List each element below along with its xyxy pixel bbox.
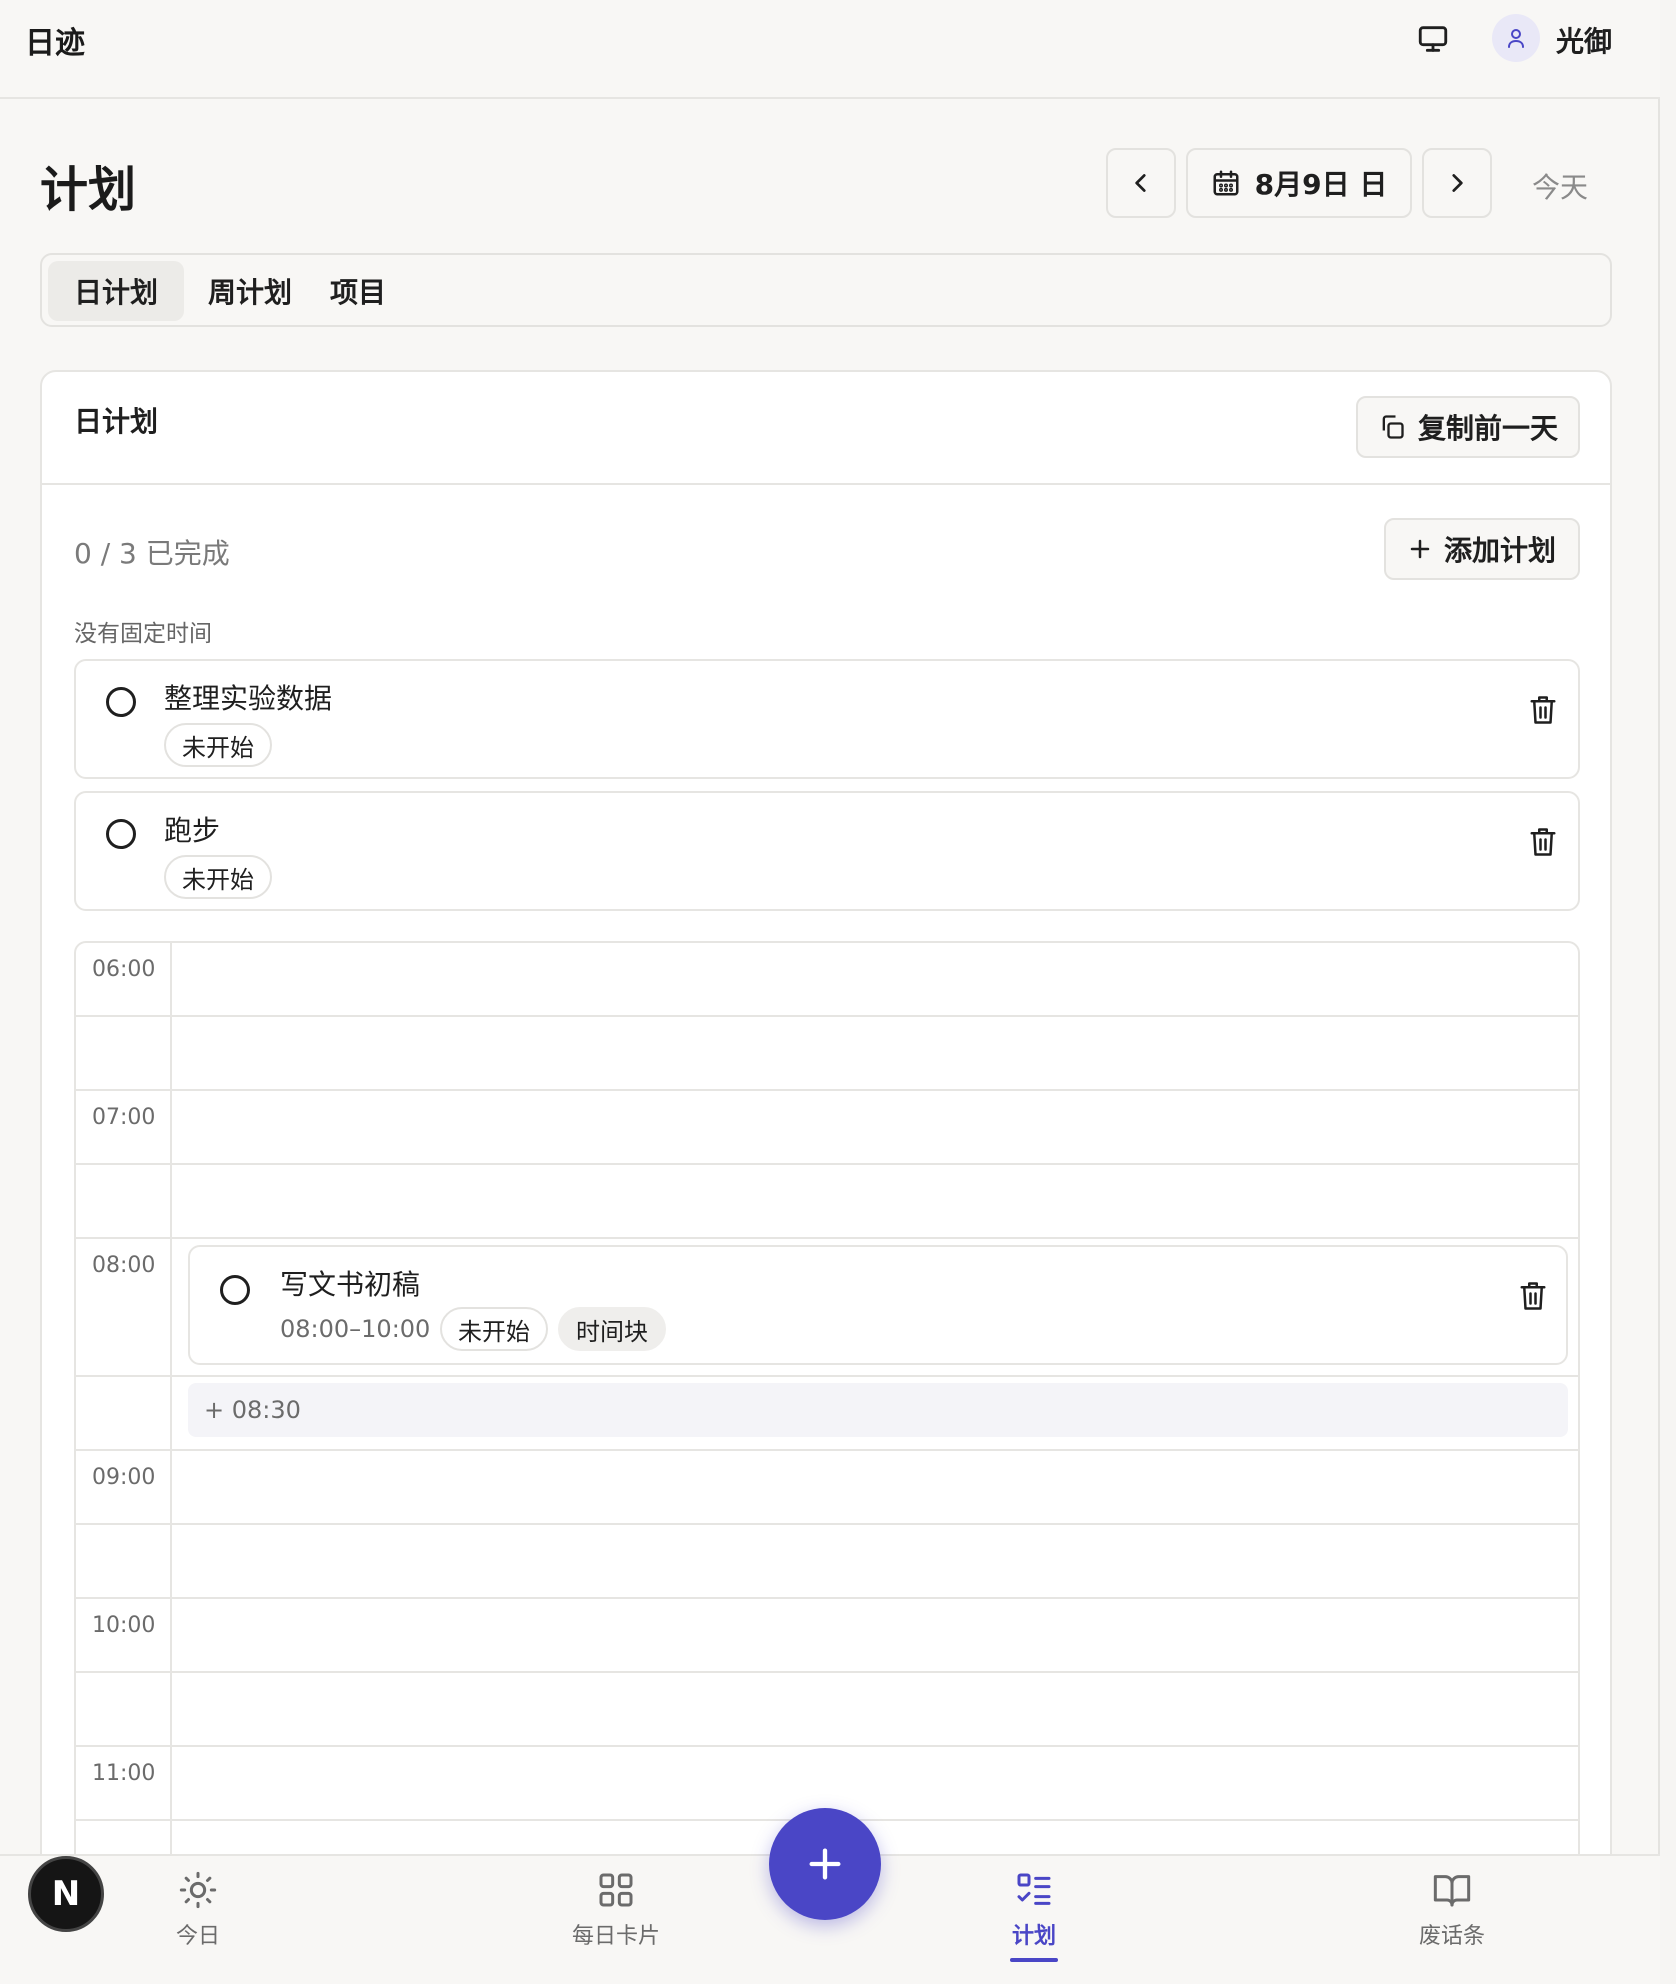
add-fab-button[interactable] bbox=[769, 1808, 881, 1920]
task-checkbox[interactable] bbox=[106, 687, 136, 717]
tab-weekly-plan[interactable]: 周计划 bbox=[182, 261, 318, 321]
plan-tabs: 日计划 周计划 项目 bbox=[40, 253, 1612, 327]
hour-divider bbox=[76, 1237, 1578, 1239]
slot-divider bbox=[76, 1523, 1578, 1525]
monitor-icon[interactable] bbox=[1416, 22, 1450, 56]
add-plan-button[interactable]: 添加计划 bbox=[1384, 518, 1580, 580]
copy-previous-day-button[interactable]: 复制前一天 bbox=[1356, 396, 1580, 458]
tab-projects[interactable]: 项目 bbox=[304, 261, 412, 321]
task-checkbox[interactable] bbox=[106, 819, 136, 849]
top-bar: 日迹 光御 bbox=[0, 0, 1660, 99]
status-badge[interactable]: 未开始 bbox=[164, 723, 272, 767]
copy-label: 复制前一天 bbox=[1417, 412, 1558, 445]
nav-item-plan[interactable]: 计划 bbox=[964, 1870, 1104, 1950]
date-label: 8月9日 日 bbox=[1254, 168, 1388, 201]
hour-divider bbox=[76, 1449, 1578, 1451]
section-label: 没有固定时间 bbox=[74, 621, 212, 647]
plus-icon bbox=[1410, 539, 1430, 559]
avatar[interactable] bbox=[1492, 14, 1540, 62]
calendar-icon bbox=[1213, 170, 1239, 196]
timeblock-tag: 时间块 bbox=[558, 1307, 666, 1351]
hour-label: 10:00 bbox=[92, 1613, 156, 1638]
slot-divider bbox=[76, 1163, 1578, 1165]
prev-day-button[interactable] bbox=[1106, 148, 1176, 218]
app-window: 日迹 光御 计划 8月9日 日 今天 日计划 周计划 项目 日计划 复制前一天 … bbox=[0, 0, 1660, 1984]
task-title[interactable]: 跑步 bbox=[164, 809, 220, 849]
timeline-gutter bbox=[170, 943, 172, 1984]
task-checkbox[interactable] bbox=[220, 1275, 250, 1305]
checklist-icon bbox=[1017, 1873, 1051, 1905]
page-title: 计划 bbox=[40, 162, 137, 218]
book-icon bbox=[1433, 1875, 1471, 1907]
hour-divider bbox=[76, 1597, 1578, 1599]
trash-icon[interactable] bbox=[1528, 825, 1558, 859]
slot-divider bbox=[76, 1671, 1578, 1673]
event-title[interactable]: 写文书初稿 bbox=[280, 1263, 420, 1303]
quick-add-slot[interactable]: + 08:30 bbox=[188, 1383, 1568, 1437]
trash-icon[interactable] bbox=[1528, 693, 1558, 727]
copy-icon bbox=[1382, 415, 1404, 439]
user-icon bbox=[1508, 29, 1524, 48]
daily-plan-card: 日计划 复制前一天 0 / 3 已完成 添加计划 没有固定时间 整理实验数据 未… bbox=[40, 370, 1612, 1984]
hour-label: 11:00 bbox=[92, 1761, 156, 1786]
list-item: 跑步 未开始 bbox=[74, 791, 1580, 911]
tab-daily-plan[interactable]: 日计划 bbox=[48, 261, 185, 321]
n-badge[interactable]: N bbox=[28, 1856, 104, 1932]
hour-label: 09:00 bbox=[92, 1465, 156, 1490]
active-indicator bbox=[1010, 1958, 1058, 1962]
hour-label: 08:00 bbox=[92, 1253, 156, 1278]
date-picker-button[interactable]: 8月9日 日 bbox=[1186, 148, 1412, 218]
chevron-left-icon bbox=[1135, 174, 1146, 192]
add-plan-label: 添加计划 bbox=[1443, 534, 1556, 567]
nav-item-today[interactable]: 今日 bbox=[128, 1870, 268, 1950]
card-title: 日计划 bbox=[74, 405, 159, 438]
slot-divider bbox=[76, 1015, 1578, 1017]
slot-divider bbox=[76, 1375, 1578, 1377]
sun-icon bbox=[179, 1871, 217, 1909]
hour-divider bbox=[76, 1745, 1578, 1747]
username[interactable]: 光御 bbox=[1556, 20, 1612, 60]
nav-label: 计划 bbox=[1011, 1924, 1056, 1949]
card-header: 日计划 复制前一天 bbox=[42, 372, 1610, 485]
chevron-right-icon bbox=[1452, 174, 1463, 192]
trash-icon[interactable] bbox=[1518, 1279, 1548, 1313]
progress-text: 0 / 3 已完成 bbox=[74, 537, 230, 570]
status-badge[interactable]: 未开始 bbox=[440, 1307, 548, 1351]
nav-label: 废话条 bbox=[1418, 1924, 1485, 1949]
brand-title: 日迹 bbox=[25, 26, 85, 61]
plus-icon bbox=[809, 1848, 841, 1880]
hour-divider bbox=[76, 1089, 1578, 1091]
nav-item-notes[interactable]: 废话条 bbox=[1382, 1870, 1522, 1950]
event-time: 08:00–10:00 bbox=[280, 1315, 431, 1343]
list-item: 整理实验数据 未开始 bbox=[74, 659, 1580, 779]
today-button[interactable]: 今天 bbox=[1532, 166, 1588, 206]
task-title[interactable]: 整理实验数据 bbox=[164, 677, 332, 717]
nav-item-daily-cards[interactable]: 每日卡片 bbox=[546, 1870, 686, 1950]
nav-label: 每日卡片 bbox=[571, 1924, 660, 1949]
hour-label: 06:00 bbox=[92, 957, 156, 982]
next-day-button[interactable] bbox=[1422, 148, 1492, 218]
timed-event[interactable]: 写文书初稿 08:00–10:00 未开始 时间块 bbox=[188, 1245, 1568, 1365]
grid-icon bbox=[599, 1873, 633, 1907]
hour-label: 07:00 bbox=[92, 1105, 156, 1130]
nav-label: 今日 bbox=[175, 1924, 220, 1949]
status-badge[interactable]: 未开始 bbox=[164, 855, 272, 899]
